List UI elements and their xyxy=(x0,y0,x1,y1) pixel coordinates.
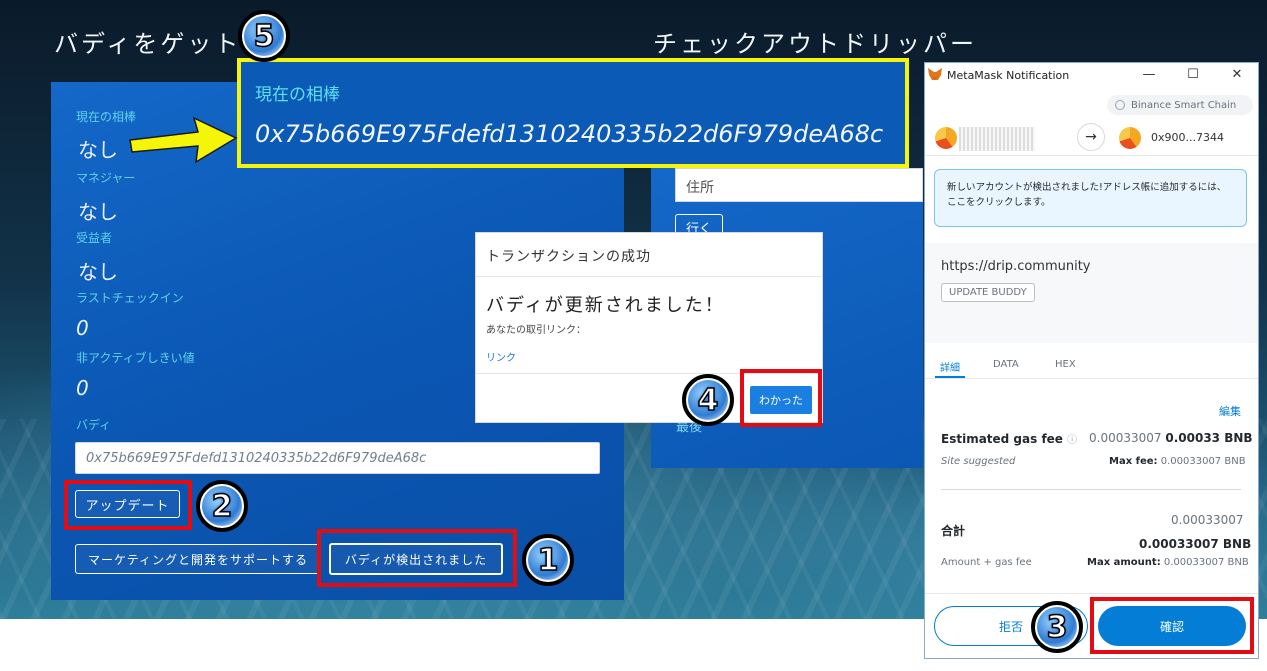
transaction-link[interactable]: リンク xyxy=(486,349,516,364)
step-badge-4: 4 xyxy=(682,374,734,426)
step-4-number: 4 xyxy=(697,382,719,419)
active-tab-indicator xyxy=(935,376,965,378)
callout-label: 現在の相棒 xyxy=(255,85,340,105)
detail-tabs xyxy=(925,349,1258,379)
network-name: Binance Smart Chain xyxy=(1131,99,1237,111)
step-5-number: 5 xyxy=(253,18,275,55)
highlight-ok xyxy=(740,369,822,427)
to-avatar xyxy=(1119,127,1141,149)
step-badge-5: 5 xyxy=(238,10,290,62)
step-badge-1: 1 xyxy=(522,534,574,586)
modal-title: トランザクションの成功 xyxy=(486,249,651,265)
gas-fee-muted: 0.00033007 xyxy=(1089,431,1162,445)
max-fee-label: Max fee: xyxy=(1109,456,1158,467)
checkout-dripper-title: チェックアウトドリッパー xyxy=(653,30,977,58)
modal-header: トランザクションの成功 xyxy=(476,233,822,277)
address-input[interactable]: 住所 xyxy=(675,168,923,202)
manager-value: なし xyxy=(78,200,118,224)
inactive-threshold-value: 0 xyxy=(76,376,89,400)
last-checkin-value: 0 xyxy=(76,316,89,340)
to-address[interactable]: 0x900...7344 xyxy=(1151,131,1224,144)
inactive-threshold-label: 非アクティブしきい値 xyxy=(76,351,195,365)
from-avatar xyxy=(935,127,957,149)
info-icon[interactable]: ⓘ xyxy=(1067,435,1077,446)
beneficiary-value: なし xyxy=(78,260,118,284)
gas-fee-value: 0.00033007 0.00033 BNB xyxy=(1089,431,1253,445)
step-1-number: 1 xyxy=(537,542,559,579)
current-buddy-value: なし xyxy=(78,138,118,162)
metamask-window: MetaMask Notification — ☐ ✕ Binance Smar… xyxy=(924,62,1259,659)
fee-divider xyxy=(941,489,1241,490)
from-address-redacted xyxy=(959,127,1035,151)
origin-url: https://drip.community xyxy=(941,259,1091,274)
step-2-number: 2 xyxy=(211,488,233,525)
highlight-confirm xyxy=(1090,597,1254,654)
footer-divider xyxy=(925,593,1258,594)
total-small: 0.00033007 xyxy=(1171,513,1244,527)
new-account-notice[interactable]: 新しいアカウントが検出されました!アドレス帳に追加するには、ここをクリックします… xyxy=(934,169,1247,227)
get-buddy-title: バディをゲット xyxy=(54,30,242,58)
minimize-icon[interactable]: — xyxy=(1139,67,1159,82)
gas-fee-label-text: Estimated gas fee xyxy=(941,432,1063,446)
current-buddy-callout: 現在の相棒 0x75b669E975Fdefd1310240335b22d6F9… xyxy=(237,58,909,168)
highlight-update xyxy=(64,480,192,530)
network-dot-icon xyxy=(1115,100,1125,110)
metamask-fox-icon xyxy=(928,68,942,80)
yellow-arrow-icon xyxy=(129,116,238,164)
highlight-detected xyxy=(317,529,517,587)
current-buddy-label: 現在の相棒 xyxy=(76,110,137,124)
manager-label: マネジャー xyxy=(76,171,136,185)
arrow-right-icon: → xyxy=(1077,123,1105,151)
modal-message: バディが更新されました！ xyxy=(486,295,725,316)
max-amount-value: 0.00033007 BNB xyxy=(1163,557,1249,568)
buddy-address-input[interactable]: 0x75b669E975Fdefd1310240335b22d6F979deA6… xyxy=(75,442,600,474)
last-checkin-label: ラストチェックイン xyxy=(76,291,184,305)
close-icon[interactable]: ✕ xyxy=(1227,67,1247,82)
step-badge-2: 2 xyxy=(196,480,248,532)
max-amount: Max amount: 0.00033007 BNB xyxy=(1087,557,1249,568)
maximize-icon[interactable]: ☐ xyxy=(1183,67,1203,82)
beneficiary-label: 受益者 xyxy=(76,231,113,245)
tab-hex[interactable]: HEX xyxy=(1055,359,1076,370)
metamask-titlebar: MetaMask Notification — ☐ ✕ xyxy=(925,63,1258,87)
total-label: 合計 xyxy=(941,524,966,538)
method-chip: UPDATE BUDDY xyxy=(941,283,1035,302)
gas-fee-label: Estimated gas fee ⓘ xyxy=(941,431,1077,446)
max-fee: Max fee: 0.00033007 BNB xyxy=(1109,456,1246,467)
gas-fee-bold: 0.00033 BNB xyxy=(1165,431,1253,445)
network-selector[interactable]: Binance Smart Chain xyxy=(1107,95,1253,115)
amount-gas-label: Amount + gas fee xyxy=(941,557,1032,568)
metamask-title: MetaMask Notification xyxy=(947,69,1070,82)
max-fee-value: 0.00033007 BNB xyxy=(1160,456,1246,467)
total-bold: 0.00033007 BNB xyxy=(1139,537,1252,551)
callout-address: 0x75b669E975Fdefd1310240335b22d6F979deA6… xyxy=(255,120,884,148)
step-3-number: 3 xyxy=(1046,609,1068,646)
buddy-label: バディ xyxy=(76,418,112,432)
tab-data[interactable]: DATA xyxy=(993,359,1019,370)
tab-details[interactable]: 詳細 xyxy=(940,359,960,374)
site-suggested: Site suggested xyxy=(941,456,1016,467)
support-button[interactable]: マーケティングと開発をサポートする xyxy=(75,544,321,574)
step-badge-3: 3 xyxy=(1031,601,1083,653)
modal-subtext: あなたの取引リンク： xyxy=(486,325,586,336)
edit-link[interactable]: 編集 xyxy=(1219,403,1241,419)
max-amount-label: Max amount: xyxy=(1087,557,1161,568)
